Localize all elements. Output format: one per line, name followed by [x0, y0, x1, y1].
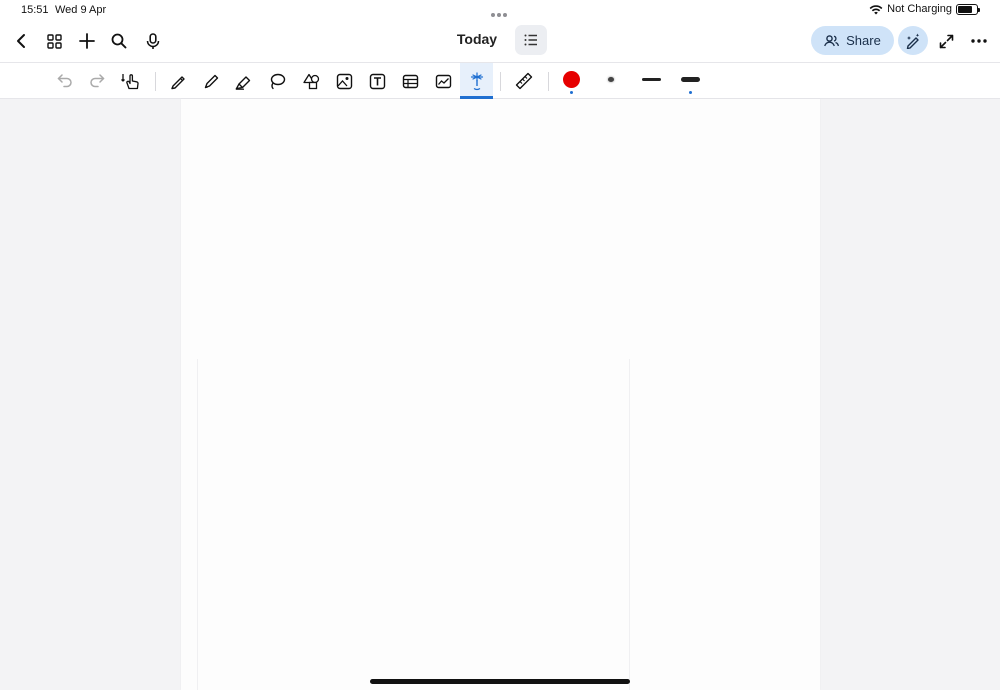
- more-button[interactable]: [966, 28, 992, 54]
- tool-bar: [0, 62, 1000, 99]
- chart-icon: [435, 74, 451, 88]
- table-icon: [402, 74, 418, 88]
- chart-tool[interactable]: [429, 68, 457, 94]
- chevron-left-icon: [17, 34, 25, 48]
- stroke-width-medium[interactable]: [642, 78, 661, 81]
- back-button[interactable]: [8, 28, 34, 54]
- grid-button[interactable]: [41, 28, 67, 54]
- microphone-button[interactable]: [140, 28, 166, 54]
- toolbar-divider: [155, 72, 156, 91]
- expand-icon: [939, 34, 953, 48]
- grid-icon: [46, 33, 62, 49]
- plus-icon: [79, 33, 95, 49]
- nav-bar: Today Share: [0, 20, 1000, 62]
- stroke-selected-indicator: [689, 91, 692, 94]
- status-right: Not Charging: [869, 3, 980, 15]
- redo-button[interactable]: [83, 68, 111, 94]
- battery-icon: [956, 3, 980, 15]
- page-margin-line: [197, 359, 198, 690]
- toolbar-divider: [500, 72, 501, 91]
- search-icon: [111, 33, 127, 49]
- people-icon: [824, 34, 840, 46]
- highlighter-icon: [235, 75, 251, 90]
- ruler-icon: [515, 72, 533, 90]
- pen-tool[interactable]: [164, 68, 192, 94]
- search-button[interactable]: [106, 28, 132, 54]
- laser-pointer-tool[interactable]: [460, 63, 493, 99]
- share-label: Share: [846, 33, 881, 48]
- stroke-width-thick[interactable]: [681, 77, 700, 82]
- ai-pen-button[interactable]: [898, 26, 928, 55]
- pen-color-swatch[interactable]: [563, 71, 580, 88]
- outline-button[interactable]: [515, 25, 547, 55]
- status-bar: 15:51 Wed 9 Apr Not Charging: [0, 0, 1000, 20]
- shapes-icon: [302, 73, 319, 89]
- pen-icon: [170, 75, 185, 89]
- note-page[interactable]: [181, 99, 820, 690]
- shapes-tool[interactable]: [297, 68, 325, 94]
- text-box-icon: [369, 73, 385, 89]
- multitasking-dots-icon[interactable]: [491, 8, 509, 17]
- undo-icon: [57, 74, 72, 88]
- page-margin-line: [629, 359, 630, 690]
- list-icon: [524, 34, 537, 46]
- microphone-icon: [146, 32, 160, 49]
- laser-pointer-icon: [470, 72, 483, 91]
- ruler-tool[interactable]: [510, 68, 538, 94]
- status-date: Wed 9 Apr: [55, 4, 107, 16]
- lasso-tool[interactable]: [263, 68, 291, 94]
- add-button[interactable]: [74, 28, 100, 54]
- highlighter-tool[interactable]: [230, 68, 258, 94]
- lasso-icon: [270, 73, 286, 89]
- status-time: 15:51: [21, 4, 49, 16]
- image-tool[interactable]: [330, 68, 358, 94]
- stroke-width-thin[interactable]: [608, 77, 614, 82]
- page-title[interactable]: Today: [440, 31, 514, 47]
- more-icon: [971, 39, 987, 43]
- home-indicator[interactable]: [370, 679, 630, 684]
- color-selected-indicator: [570, 91, 573, 94]
- wifi-icon: [869, 4, 883, 15]
- pencil-tool[interactable]: [197, 68, 225, 94]
- share-button[interactable]: Share: [811, 26, 894, 55]
- table-tool[interactable]: [396, 68, 424, 94]
- touch-draw-tool[interactable]: [117, 68, 145, 94]
- pencil-sparkle-icon: [906, 33, 920, 49]
- redo-icon: [90, 74, 105, 88]
- pencil-icon: [204, 74, 218, 88]
- toolbar-divider: [548, 72, 549, 91]
- fullscreen-button[interactable]: [933, 28, 959, 54]
- text-box-tool[interactable]: [363, 68, 391, 94]
- undo-button[interactable]: [51, 68, 79, 94]
- touch-draw-icon: [121, 74, 139, 90]
- charging-status: Not Charging: [887, 3, 952, 15]
- image-icon: [336, 73, 352, 89]
